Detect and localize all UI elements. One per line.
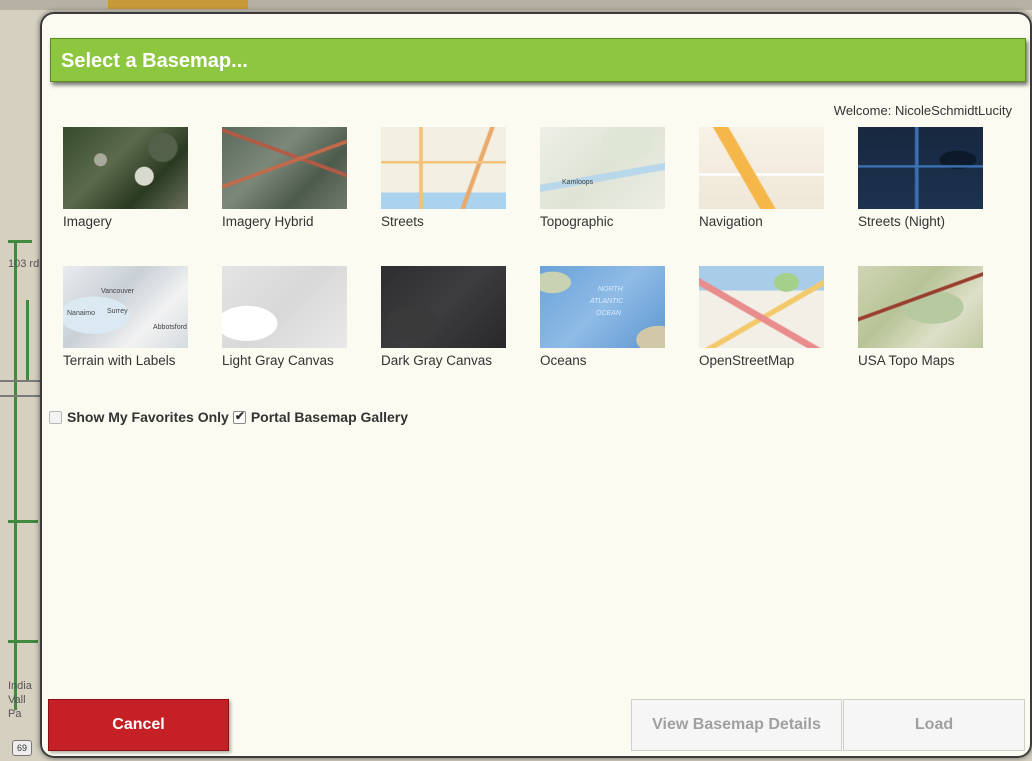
map-label: Vall xyxy=(8,694,26,706)
basemap-tile-imagery[interactable]: Imagery xyxy=(63,127,203,229)
map-road xyxy=(0,395,40,397)
basemap-label: Dark Gray Canvas xyxy=(381,353,493,368)
map-road xyxy=(8,520,38,523)
favorites-option[interactable]: Show My Favorites Only xyxy=(49,409,229,425)
thumbnail-text: Surrey xyxy=(107,308,128,315)
basemap-label: Imagery Hybrid xyxy=(222,214,314,229)
basemap-label: Light Gray Canvas xyxy=(222,353,334,368)
basemap-label: Imagery xyxy=(63,214,112,229)
welcome-text: Welcome: NicoleSchmidtLucity xyxy=(833,103,1012,118)
basemap-label: Terrain with Labels xyxy=(63,353,176,368)
basemap-label: Oceans xyxy=(540,353,587,368)
load-button[interactable]: Load xyxy=(843,699,1025,751)
basemap-thumbnail[interactable] xyxy=(381,266,506,348)
basemap-label: USA Topo Maps xyxy=(858,353,955,368)
map-road xyxy=(8,240,32,243)
basemap-thumbnail[interactable]: Vancouver Nanaimo Surrey Abbotsford xyxy=(63,266,188,348)
map-label: Pa xyxy=(8,708,22,720)
basemap-tile-usa-topo[interactable]: USA Topo Maps xyxy=(858,266,998,368)
thumbnail-text: Nanaimo xyxy=(67,310,96,317)
basemap-dialog: Select a Basemap... Welcome: NicoleSchmi… xyxy=(40,12,1032,758)
basemap-tile-navigation[interactable]: Navigation xyxy=(699,127,839,229)
basemap-thumbnail[interactable] xyxy=(222,127,347,209)
basemap-tile-oceans[interactable]: NORTH ATLANTIC OCEAN Oceans xyxy=(540,266,680,368)
favorites-checkbox[interactable] xyxy=(49,410,62,424)
basemap-tile-streets-night[interactable]: Streets (Night) xyxy=(858,127,998,229)
map-highlight-strip xyxy=(108,0,248,9)
basemap-thumbnail[interactable]: NORTH ATLANTIC OCEAN xyxy=(540,266,665,348)
basemap-thumbnail[interactable] xyxy=(699,127,824,209)
basemap-label: OpenStreetMap xyxy=(699,353,795,368)
thumbnail-text: Vancouver xyxy=(101,288,134,295)
view-basemap-details-button[interactable]: View Basemap Details xyxy=(631,699,842,751)
gallery-options: Show My Favorites Only Portal Basemap Ga… xyxy=(49,409,412,425)
map-road xyxy=(0,380,40,382)
favorites-label: Show My Favorites Only xyxy=(67,409,229,425)
map-label: India xyxy=(8,680,32,692)
cancel-button[interactable]: Cancel xyxy=(48,699,229,751)
route-shield-icon: 69 xyxy=(12,740,32,756)
thumbnail-text: Abbotsford xyxy=(153,324,187,331)
basemap-thumbnail[interactable] xyxy=(63,127,188,209)
basemap-tile-terrain[interactable]: Vancouver Nanaimo Surrey Abbotsford Terr… xyxy=(63,266,203,368)
basemap-thumbnail[interactable] xyxy=(699,266,824,348)
dialog-title: Select a Basemap... xyxy=(50,38,1026,82)
basemap-label: Streets (Night) xyxy=(858,214,946,229)
thumbnail-text: OCEAN xyxy=(596,310,621,317)
basemap-tile-imagery-hybrid[interactable]: Imagery Hybrid xyxy=(222,127,362,229)
basemap-label: Navigation xyxy=(699,214,763,229)
basemap-tile-topographic[interactable]: Kamloops Topographic xyxy=(540,127,680,229)
portal-gallery-option[interactable]: Portal Basemap Gallery xyxy=(232,409,409,425)
basemap-thumbnail[interactable] xyxy=(858,127,983,209)
thumbnail-text: ATLANTIC xyxy=(590,298,624,305)
basemap-tile-dark-gray[interactable]: Dark Gray Canvas xyxy=(381,266,521,368)
map-label: 103 rd xyxy=(8,258,40,270)
portal-gallery-label: Portal Basemap Gallery xyxy=(250,409,409,425)
basemap-thumbnail[interactable] xyxy=(858,266,983,348)
map-road xyxy=(8,640,38,643)
map-road xyxy=(26,300,29,380)
thumbnail-text: Kamloops xyxy=(562,179,594,186)
portal-gallery-checkbox[interactable] xyxy=(232,409,246,424)
basemap-tile-streets[interactable]: Streets xyxy=(381,127,521,229)
thumbnail-text: NORTH xyxy=(598,286,623,293)
basemap-label: Topographic xyxy=(540,214,614,229)
basemap-thumbnail[interactable]: Kamloops xyxy=(540,127,665,209)
basemap-thumbnail[interactable] xyxy=(222,266,347,348)
basemap-label: Streets xyxy=(381,214,424,229)
basemap-tile-light-gray[interactable]: Light Gray Canvas xyxy=(222,266,362,368)
basemap-tile-openstreetmap[interactable]: OpenStreetMap xyxy=(699,266,839,368)
basemap-thumbnail[interactable] xyxy=(381,127,506,209)
